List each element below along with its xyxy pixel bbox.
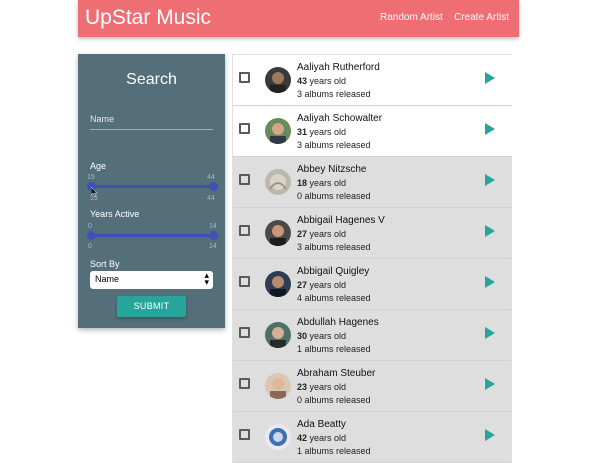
- artist-age: 27 years old: [297, 229, 347, 239]
- years-high-value: 14: [209, 243, 217, 250]
- search-title: Search: [126, 71, 177, 88]
- avatar: [265, 67, 291, 93]
- artist-name: Abraham Steuber: [297, 368, 376, 379]
- avatar: [265, 118, 291, 144]
- artist-albums: 3 albums released: [297, 140, 371, 150]
- row-checkbox[interactable]: [239, 276, 250, 287]
- row-checkbox[interactable]: [239, 123, 250, 134]
- name-input[interactable]: [90, 108, 213, 130]
- artist-row[interactable]: Abbigail Quigley 27 years old 4 albums r…: [233, 259, 512, 310]
- nav-random-artist[interactable]: Random Artist: [380, 12, 443, 23]
- sort-by-label: Sort By: [90, 259, 120, 269]
- age-high-value: 44: [207, 195, 215, 202]
- artist-albums: 4 albums released: [297, 293, 371, 303]
- nav-create-artist[interactable]: Create Artist: [454, 12, 509, 23]
- years-active-label: Years Active: [90, 209, 140, 219]
- artist-albums: 3 albums released: [297, 89, 371, 99]
- artist-albums: 0 albums released: [297, 395, 371, 405]
- artist-row[interactable]: Ada Beatty 42 years old 1 albums release…: [233, 412, 512, 463]
- artist-name: Aaliyah Schowalter: [297, 113, 383, 124]
- play-icon[interactable]: [485, 378, 495, 390]
- artist-age: 18 years old: [297, 178, 347, 188]
- row-checkbox[interactable]: [239, 378, 250, 389]
- play-icon[interactable]: [485, 327, 495, 339]
- row-checkbox[interactable]: [239, 72, 250, 83]
- years-active-slider[interactable]: [90, 234, 213, 237]
- artist-name: Abbey Nitzsche: [297, 164, 367, 175]
- avatar: [265, 373, 291, 399]
- years-low-value: 0: [88, 243, 92, 250]
- age-min-tick: 15: [87, 174, 95, 181]
- artist-row[interactable]: Aaliyah Rutherford 43 years old 3 albums…: [233, 55, 512, 106]
- artist-albums: 0 albums released: [297, 191, 371, 201]
- years-slider-high-thumb[interactable]: [209, 231, 218, 240]
- play-icon[interactable]: [485, 123, 495, 135]
- sort-by-select[interactable]: Name ▴ ▾: [90, 271, 213, 289]
- artist-age: 23 years old: [297, 382, 347, 392]
- row-checkbox[interactable]: [239, 225, 250, 236]
- age-max-tick: 44: [207, 174, 215, 181]
- search-panel: Search Age 15 44 15 44 Years Active 0 14…: [78, 54, 225, 328]
- artist-age: 43 years old: [297, 76, 347, 86]
- avatar: [265, 322, 291, 348]
- artist-name: Abdullah Hagenes: [297, 317, 379, 328]
- years-max-tick: 14: [209, 223, 217, 230]
- brand-logo[interactable]: UpStar Music: [85, 6, 211, 30]
- artist-age: 42 years old: [297, 433, 347, 443]
- age-slider-high-thumb[interactable]: [209, 182, 218, 191]
- avatar: [265, 271, 291, 297]
- artist-name: Aaliyah Rutherford: [297, 62, 380, 73]
- play-icon[interactable]: [485, 276, 495, 288]
- avatar: [265, 220, 291, 246]
- row-checkbox[interactable]: [239, 429, 250, 440]
- age-slider[interactable]: [90, 185, 213, 188]
- artist-name: Ada Beatty: [297, 419, 346, 430]
- artist-row[interactable]: Abraham Steuber 23 years old 0 albums re…: [233, 361, 512, 412]
- artist-row[interactable]: Aaliyah Schowalter 31 years old 3 albums…: [233, 106, 512, 157]
- artist-age: 31 years old: [297, 127, 347, 137]
- artist-list: Aaliyah Rutherford 43 years old 3 albums…: [232, 54, 512, 463]
- artist-row[interactable]: Abdullah Hagenes 30 years old 1 albums r…: [233, 310, 512, 361]
- artist-row[interactable]: Abbigail Hagenes V 27 years old 3 albums…: [233, 208, 512, 259]
- row-checkbox[interactable]: [239, 327, 250, 338]
- avatar: [265, 424, 291, 450]
- mouse-cursor-icon: [91, 187, 98, 197]
- artist-albums: 1 albums released: [297, 344, 371, 354]
- age-label: Age: [90, 161, 107, 171]
- play-icon[interactable]: [485, 429, 495, 441]
- avatar: [265, 169, 291, 195]
- artist-name: Abbigail Hagenes V: [297, 215, 385, 226]
- play-icon[interactable]: [485, 72, 495, 84]
- play-icon[interactable]: [485, 225, 495, 237]
- years-slider-low-thumb[interactable]: [87, 231, 96, 240]
- play-icon[interactable]: [485, 174, 495, 186]
- select-arrows-icon: ▴ ▾: [204, 270, 209, 287]
- artist-age: 27 years old: [297, 280, 347, 290]
- years-min-tick: 0: [88, 223, 92, 230]
- artist-albums: 3 albums released: [297, 242, 371, 252]
- navbar: UpStar Music Random Artist Create Artist: [78, 0, 519, 37]
- row-checkbox[interactable]: [239, 174, 250, 185]
- sort-by-value: Name: [95, 274, 120, 284]
- artist-age: 30 years old: [297, 331, 347, 341]
- artist-row[interactable]: Abbey Nitzsche 18 years old 0 albums rel…: [233, 157, 512, 208]
- artist-albums: 1 albums released: [297, 446, 371, 456]
- artist-name: Abbigail Quigley: [297, 266, 370, 277]
- submit-button[interactable]: SUBMIT: [117, 296, 186, 317]
